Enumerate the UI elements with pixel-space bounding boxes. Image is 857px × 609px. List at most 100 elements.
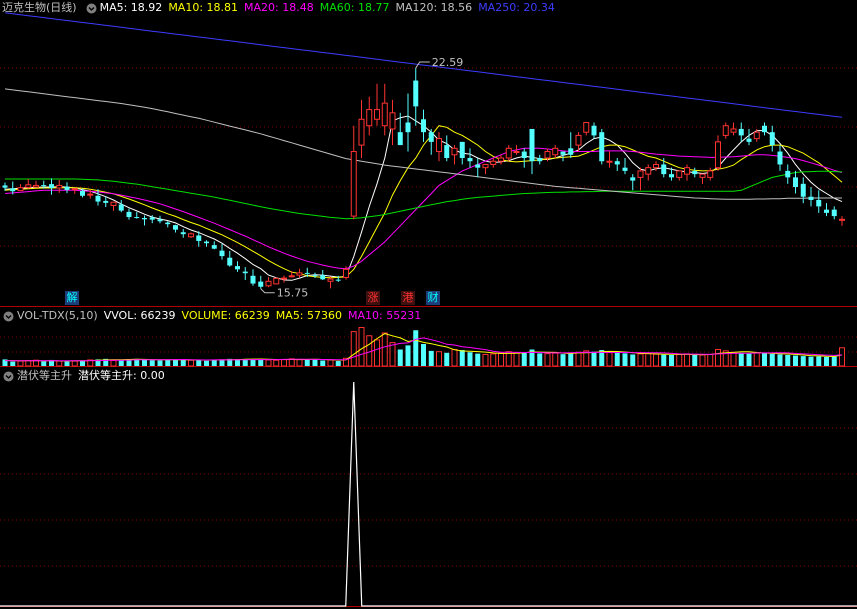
candle-body bbox=[110, 201, 117, 206]
volume-bar bbox=[374, 339, 380, 367]
event-tag-hk[interactable]: 港 bbox=[401, 291, 415, 305]
event-tag-limit-up[interactable]: 涨 bbox=[366, 291, 380, 305]
volume-bar bbox=[591, 351, 597, 366]
volume-bar bbox=[10, 361, 16, 366]
stock-chart-window: 22.59 15.75 迈克生物(日线) MA5: 18.92 MA10: 18.… bbox=[0, 0, 857, 609]
candle-body bbox=[537, 158, 543, 162]
candle-body bbox=[746, 138, 752, 142]
stock-title[interactable]: 迈克生物(日线) bbox=[2, 1, 77, 15]
volume-bar bbox=[358, 327, 365, 367]
ma120-value: MA120: 18.56 bbox=[395, 1, 473, 14]
vvol-value: VVOL: 66239 bbox=[103, 309, 176, 322]
volume-bar bbox=[537, 353, 543, 366]
ma5-value: MA5: 18.92 bbox=[99, 1, 163, 14]
volume-bar bbox=[738, 352, 744, 366]
volume-bar bbox=[444, 352, 450, 366]
ma20-value: MA20: 18.48 bbox=[244, 1, 314, 14]
candle-body bbox=[25, 184, 32, 188]
candle-body bbox=[777, 151, 783, 165]
volume-bar bbox=[265, 359, 272, 367]
candle-body bbox=[41, 185, 47, 187]
volume-bar bbox=[142, 359, 147, 366]
candle-body bbox=[591, 125, 597, 136]
candle-body bbox=[142, 218, 147, 220]
candle-body bbox=[722, 125, 729, 136]
volume-bar bbox=[753, 352, 760, 367]
volume-bar bbox=[173, 359, 178, 366]
dropdown-circle-icon[interactable] bbox=[3, 371, 14, 382]
low-marker-label: 15.75 bbox=[277, 287, 309, 300]
candle-body bbox=[684, 167, 690, 175]
candle-body bbox=[505, 147, 512, 159]
candle-body bbox=[188, 233, 194, 238]
candle-body bbox=[235, 266, 240, 270]
candle-body bbox=[87, 193, 94, 196]
candle-body bbox=[211, 245, 217, 249]
high-marker-label: 22.59 bbox=[432, 56, 464, 69]
dropdown-circle-icon[interactable] bbox=[3, 311, 14, 322]
candle-body bbox=[304, 272, 310, 274]
volume-bar bbox=[149, 360, 155, 366]
candle-body bbox=[614, 161, 620, 165]
candle-body bbox=[762, 125, 767, 133]
candle-body bbox=[816, 199, 822, 207]
volume-ma10-value: MA10: 55231 bbox=[348, 309, 422, 322]
candle-body bbox=[824, 209, 829, 213]
candle-body bbox=[219, 250, 225, 257]
volume-bar bbox=[816, 356, 822, 366]
candle-body bbox=[498, 157, 504, 162]
volume-bar bbox=[800, 356, 806, 366]
candle-body bbox=[583, 122, 590, 133]
candle-body bbox=[2, 185, 8, 188]
ma250-line bbox=[4, 12, 843, 118]
volume-bar bbox=[204, 360, 209, 366]
ma60-value: MA60: 18.77 bbox=[319, 1, 390, 14]
volume-bar bbox=[157, 360, 163, 366]
volume-bar bbox=[211, 359, 217, 366]
candle-body bbox=[204, 241, 209, 244]
volume-bar bbox=[405, 345, 411, 366]
ma250-value: MA250: 20.34 bbox=[478, 1, 555, 14]
volume-bar bbox=[793, 355, 798, 366]
candle-body bbox=[513, 151, 520, 154]
candle-body bbox=[281, 277, 287, 280]
indicator-name[interactable]: 潜伏等主升 bbox=[17, 369, 72, 383]
event-tag-finance[interactable]: 财 bbox=[426, 291, 440, 305]
candle-body bbox=[103, 200, 109, 203]
candle-body bbox=[265, 280, 272, 287]
volume-bar bbox=[606, 351, 613, 367]
volume-bar bbox=[436, 351, 442, 367]
event-tag-unlock[interactable]: 解 bbox=[65, 291, 79, 305]
candle-body bbox=[366, 109, 373, 127]
volume-bar bbox=[637, 353, 644, 367]
volume-bar bbox=[335, 361, 341, 366]
volume-indicator-name[interactable]: VOL-TDX(5,10) bbox=[17, 309, 98, 323]
volume-bar bbox=[614, 352, 620, 366]
candle-body bbox=[320, 275, 326, 280]
dropdown-circle-icon[interactable] bbox=[86, 3, 97, 14]
indicator-panel-header: 潜伏等主升 潜伏等主升: 0.00 bbox=[0, 369, 171, 383]
volume-bar bbox=[41, 361, 47, 366]
ma60-line bbox=[5, 170, 843, 220]
candle-body bbox=[753, 131, 760, 140]
volume-bar bbox=[273, 359, 280, 367]
candle-body bbox=[692, 170, 698, 175]
candle-body bbox=[475, 164, 481, 168]
volume-bar bbox=[281, 359, 287, 367]
candle-body bbox=[738, 128, 744, 136]
candle-body bbox=[273, 277, 280, 285]
candle-body bbox=[10, 188, 16, 192]
volume-bar bbox=[196, 360, 202, 366]
volume-bar bbox=[707, 353, 714, 367]
candle-body bbox=[560, 151, 566, 155]
candle-body bbox=[707, 170, 714, 178]
candle-body bbox=[444, 145, 450, 158]
candle-body bbox=[808, 196, 814, 200]
candle-body bbox=[529, 128, 535, 162]
candle-body bbox=[793, 177, 798, 188]
volume-ma5-value: MA5: 57360 bbox=[275, 309, 343, 322]
volume-bar bbox=[296, 358, 303, 367]
volume-bar bbox=[498, 352, 504, 367]
volume-bar bbox=[188, 359, 194, 367]
volume-bar bbox=[645, 353, 652, 367]
